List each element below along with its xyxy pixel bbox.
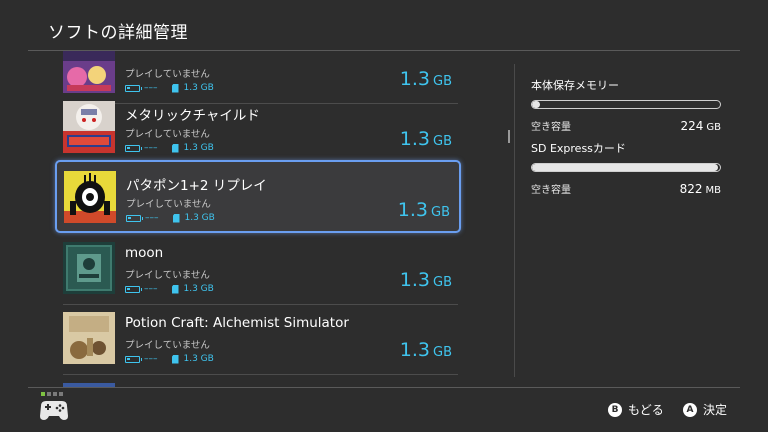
sd-card-icon bbox=[171, 83, 179, 93]
game-thumbnail bbox=[63, 101, 115, 153]
game-title: パタポン1+2 リプレイ bbox=[126, 178, 267, 194]
back-label: もどる bbox=[628, 403, 664, 417]
b-button-icon: B bbox=[608, 402, 622, 417]
battery-icon bbox=[125, 144, 142, 152]
battery-icon bbox=[125, 355, 142, 363]
game-meta: ––– 1.3 GB bbox=[126, 212, 215, 224]
game-size: 1.3 GB bbox=[399, 128, 452, 150]
game-meta: ––– 1.3 GB bbox=[125, 283, 214, 295]
free-space-label: 空き容量 bbox=[531, 185, 571, 196]
battery-icon bbox=[125, 84, 142, 92]
footer-divider bbox=[28, 387, 740, 388]
battery-icon bbox=[125, 285, 142, 293]
header: ソフトの詳細管理 bbox=[0, 0, 768, 51]
system-memory-panel: 本体保存メモリー 空き容量 224 GB bbox=[531, 77, 723, 133]
game-size: 1.3 GB bbox=[399, 68, 452, 90]
play-status: プレイしていません bbox=[125, 129, 210, 140]
system-memory-bar bbox=[531, 100, 721, 109]
battery-value: ––– bbox=[144, 354, 158, 364]
play-status: プレイしていません bbox=[126, 199, 211, 210]
confirm-label: 決定 bbox=[703, 403, 728, 417]
panel-divider bbox=[514, 64, 515, 377]
software-row-selected[interactable]: パタポン1+2 リプレイ プレイしていません ––– 1.3 GB 1.3 GB bbox=[55, 160, 461, 233]
software-row[interactable]: moon プレイしていません ––– 1.3 GB 1.3 GB bbox=[63, 235, 458, 305]
battery-value: ––– bbox=[144, 284, 158, 294]
game-meta: ––– 1.3 GB bbox=[125, 82, 214, 94]
back-button[interactable]: B もどる bbox=[608, 401, 664, 418]
game-title: メタリックチャイルド bbox=[125, 108, 260, 124]
sd-card-panel: SD Expressカード 空き容量 822 MB bbox=[531, 140, 723, 196]
game-thumbnail bbox=[64, 171, 116, 223]
software-row[interactable]: Potion Craft: Alchemist Simulator プレイしてい… bbox=[63, 305, 458, 375]
battery-value: ––– bbox=[144, 143, 158, 153]
game-thumbnail bbox=[63, 242, 115, 294]
game-size: 1.3 GB bbox=[399, 269, 452, 291]
free-space-value: 822 MB bbox=[679, 182, 721, 196]
battery-icon bbox=[126, 214, 143, 222]
free-space-label: 空き容量 bbox=[531, 122, 571, 133]
play-status: プレイしていません bbox=[125, 340, 210, 351]
game-thumbnail bbox=[63, 51, 115, 93]
sd-free-row: 空き容量 822 MB bbox=[531, 181, 721, 196]
system-memory-bar-fill bbox=[532, 101, 540, 108]
sd-card-icon bbox=[171, 284, 179, 294]
game-meta: ––– 1.3 GB bbox=[125, 142, 214, 154]
game-size: 1.3 GB bbox=[397, 199, 450, 221]
game-thumbnail bbox=[63, 312, 115, 364]
game-size: 1.3 GB bbox=[399, 339, 452, 361]
confirm-button[interactable]: A 決定 bbox=[683, 401, 727, 418]
software-list: プレイしていません ––– 1.3 GB 1.3 GB メタリックチャイルド プレ… bbox=[0, 51, 512, 387]
card-size: 1.3 GB bbox=[183, 354, 214, 364]
system-free-row: 空き容量 224 GB bbox=[531, 118, 721, 133]
page-title: ソフトの詳細管理 bbox=[48, 23, 188, 43]
software-row[interactable]: メタリックチャイルド プレイしていません ––– 1.3 GB 1.3 GB bbox=[63, 94, 458, 164]
game-title: Potion Craft: Alchemist Simulator bbox=[125, 315, 349, 331]
sd-card-label: SD Expressカード bbox=[531, 142, 626, 155]
controller-icon bbox=[38, 390, 70, 422]
sd-card-bar-fill bbox=[532, 164, 719, 171]
card-size: 1.3 GB bbox=[183, 143, 214, 153]
card-size: 1.3 GB bbox=[183, 284, 214, 294]
battery-value: ––– bbox=[145, 213, 159, 223]
sd-card-icon bbox=[171, 143, 179, 153]
sd-card-icon bbox=[172, 213, 180, 223]
play-status: プレイしていません bbox=[125, 270, 210, 281]
system-memory-label: 本体保存メモリー bbox=[531, 79, 619, 92]
card-size: 1.3 GB bbox=[184, 213, 215, 223]
card-size: 1.3 GB bbox=[183, 83, 214, 93]
software-row-partial[interactable] bbox=[63, 375, 458, 387]
game-meta: ––– 1.3 GB bbox=[125, 353, 214, 365]
a-button-icon: A bbox=[683, 402, 697, 417]
sd-card-bar bbox=[531, 163, 721, 172]
game-title: moon bbox=[125, 245, 164, 261]
play-status: プレイしていません bbox=[125, 69, 210, 80]
list-scrollbar[interactable] bbox=[508, 130, 510, 143]
battery-value: ––– bbox=[144, 83, 158, 93]
free-space-value: 224 GB bbox=[680, 119, 721, 133]
sd-card-icon bbox=[171, 354, 179, 364]
